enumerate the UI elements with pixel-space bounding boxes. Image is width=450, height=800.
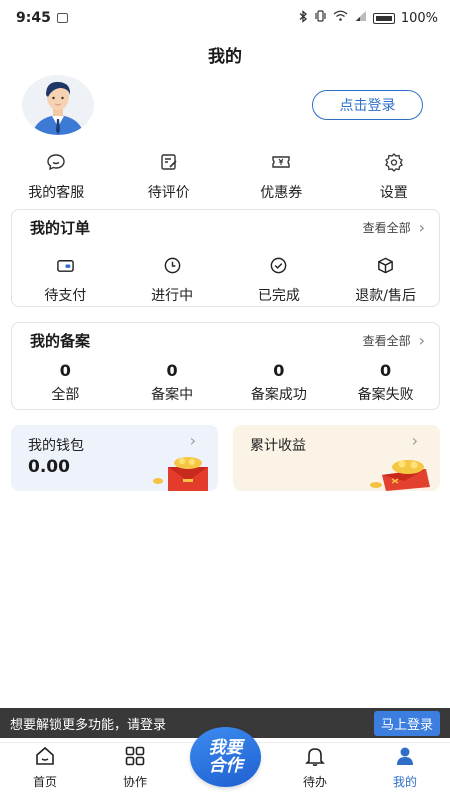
record-label: 全部 <box>51 387 80 403</box>
coupon-icon <box>271 152 291 176</box>
quick-item-customer-service[interactable]: 我的客服 <box>0 152 113 202</box>
status-icons: 100% <box>299 9 438 27</box>
edit-icon <box>159 152 179 176</box>
chat-icon <box>46 152 66 176</box>
status-time: 9:45 <box>16 10 51 26</box>
login-button[interactable]: 点击登录 <box>312 90 423 120</box>
tab-label: 协作 <box>122 775 147 789</box>
orders-header: 我的订单 查看全部 › <box>12 210 439 244</box>
quick-actions: 我的客服 待评价 优惠券 设置 <box>0 152 450 202</box>
bell-icon <box>304 745 326 771</box>
order-item-refund[interactable]: 退款/售后 <box>332 256 439 305</box>
home-icon <box>34 745 56 771</box>
orders-view-all[interactable]: 查看全部 › <box>363 218 425 237</box>
wifi-icon <box>333 10 348 26</box>
record-item-all[interactable]: 0 全部 <box>12 361 119 404</box>
order-item-label: 进行中 <box>151 288 194 304</box>
record-label: 备案失败 <box>357 387 414 403</box>
record-count: 0 <box>273 361 285 380</box>
earnings-title: 累计收益 <box>250 438 306 454</box>
tab-label: 我的 <box>392 775 417 789</box>
chevron-right-icon: › <box>418 217 425 237</box>
quick-item-pending-review[interactable]: 待评价 <box>113 152 226 202</box>
view-all-label: 查看全部 <box>362 333 411 348</box>
orders-title: 我的订单 <box>30 218 91 237</box>
record-item-failed[interactable]: 0 备案失败 <box>332 361 439 404</box>
battery-percent: 100% <box>400 10 438 26</box>
red-envelope-icon <box>153 457 208 491</box>
bluetooth-icon <box>299 9 308 27</box>
records-view-all[interactable]: 查看全部 › <box>363 331 425 350</box>
fab-label-line2: 合作 <box>208 756 243 776</box>
check-circle-icon <box>269 256 288 279</box>
quick-item-label: 待评价 <box>147 185 190 201</box>
wallet-balance: 0.00 <box>28 457 70 477</box>
wallet-card[interactable]: 我的钱包 0.00 › <box>11 425 218 491</box>
records-card: 我的备案 查看全部 › 0 全部 0 备案中 0 备案成功 0 备案失败 <box>11 322 440 410</box>
box-icon <box>376 256 395 279</box>
gear-icon <box>384 152 404 176</box>
records-title: 我的备案 <box>30 331 91 350</box>
notification-icon <box>56 13 68 23</box>
tab-todo[interactable]: 待办 <box>270 743 360 800</box>
battery-icon <box>372 12 395 24</box>
orders-card: 我的订单 查看全部 › 待支付 进行中 已完成 退款/售后 <box>11 209 440 307</box>
order-item-pending-payment[interactable]: 待支付 <box>12 256 119 305</box>
page-title: 我的 <box>208 47 242 67</box>
record-item-in-progress[interactable]: 0 备案中 <box>119 361 226 404</box>
quick-item-label: 优惠券 <box>260 185 303 201</box>
tab-home[interactable]: 首页 <box>0 743 90 800</box>
quick-item-label: 我的客服 <box>28 185 85 201</box>
signal-icon <box>354 10 367 26</box>
banner-message: 想要解锁更多功能，请登录 <box>10 717 167 733</box>
grid-icon <box>124 745 146 771</box>
user-icon <box>394 745 416 771</box>
record-count: 0 <box>380 361 392 380</box>
cooperate-fab-button[interactable]: 我要 合作 <box>190 727 261 787</box>
view-all-label: 查看全部 <box>362 220 411 235</box>
record-label: 备案中 <box>151 387 194 403</box>
order-item-label: 待支付 <box>44 288 87 304</box>
avatar[interactable] <box>22 75 94 135</box>
tab-label: 待办 <box>302 775 327 789</box>
order-item-in-progress[interactable]: 进行中 <box>119 256 226 305</box>
tab-mine[interactable]: 我的 <box>360 743 450 800</box>
record-label: 备案成功 <box>250 387 307 403</box>
vibrate-icon <box>314 10 327 26</box>
quick-item-label: 设置 <box>379 185 408 201</box>
quick-item-coupons[interactable]: 优惠券 <box>225 152 338 202</box>
chevron-right-icon: › <box>411 431 418 450</box>
record-item-success[interactable]: 0 备案成功 <box>226 361 333 404</box>
clock-icon <box>163 256 182 279</box>
record-count: 0 <box>59 361 71 380</box>
order-status-row: 待支付 进行中 已完成 退款/售后 <box>12 256 439 305</box>
status-bar: 9:45 100% <box>0 0 450 36</box>
fab-label-line1: 我要 <box>208 738 243 758</box>
chevron-right-icon: › <box>189 431 196 450</box>
chevron-right-icon: › <box>418 330 425 350</box>
earnings-card[interactable]: 累计收益 › <box>233 425 440 491</box>
order-item-completed[interactable]: 已完成 <box>226 256 333 305</box>
quick-item-settings[interactable]: 设置 <box>338 152 450 202</box>
wallet-title: 我的钱包 <box>28 438 84 454</box>
tab-collaborate[interactable]: 协作 <box>90 743 180 800</box>
records-header: 我的备案 查看全部 › <box>12 323 439 357</box>
wallet-icon <box>56 256 75 279</box>
order-item-label: 退款/售后 <box>355 288 416 304</box>
gift-box-icon <box>370 460 430 491</box>
record-count: 0 <box>166 361 178 380</box>
order-item-label: 已完成 <box>257 288 300 304</box>
records-stats-row: 0 全部 0 备案中 0 备案成功 0 备案失败 <box>12 361 439 404</box>
tab-label: 首页 <box>32 775 57 789</box>
login-now-button[interactable]: 马上登录 <box>373 710 440 736</box>
